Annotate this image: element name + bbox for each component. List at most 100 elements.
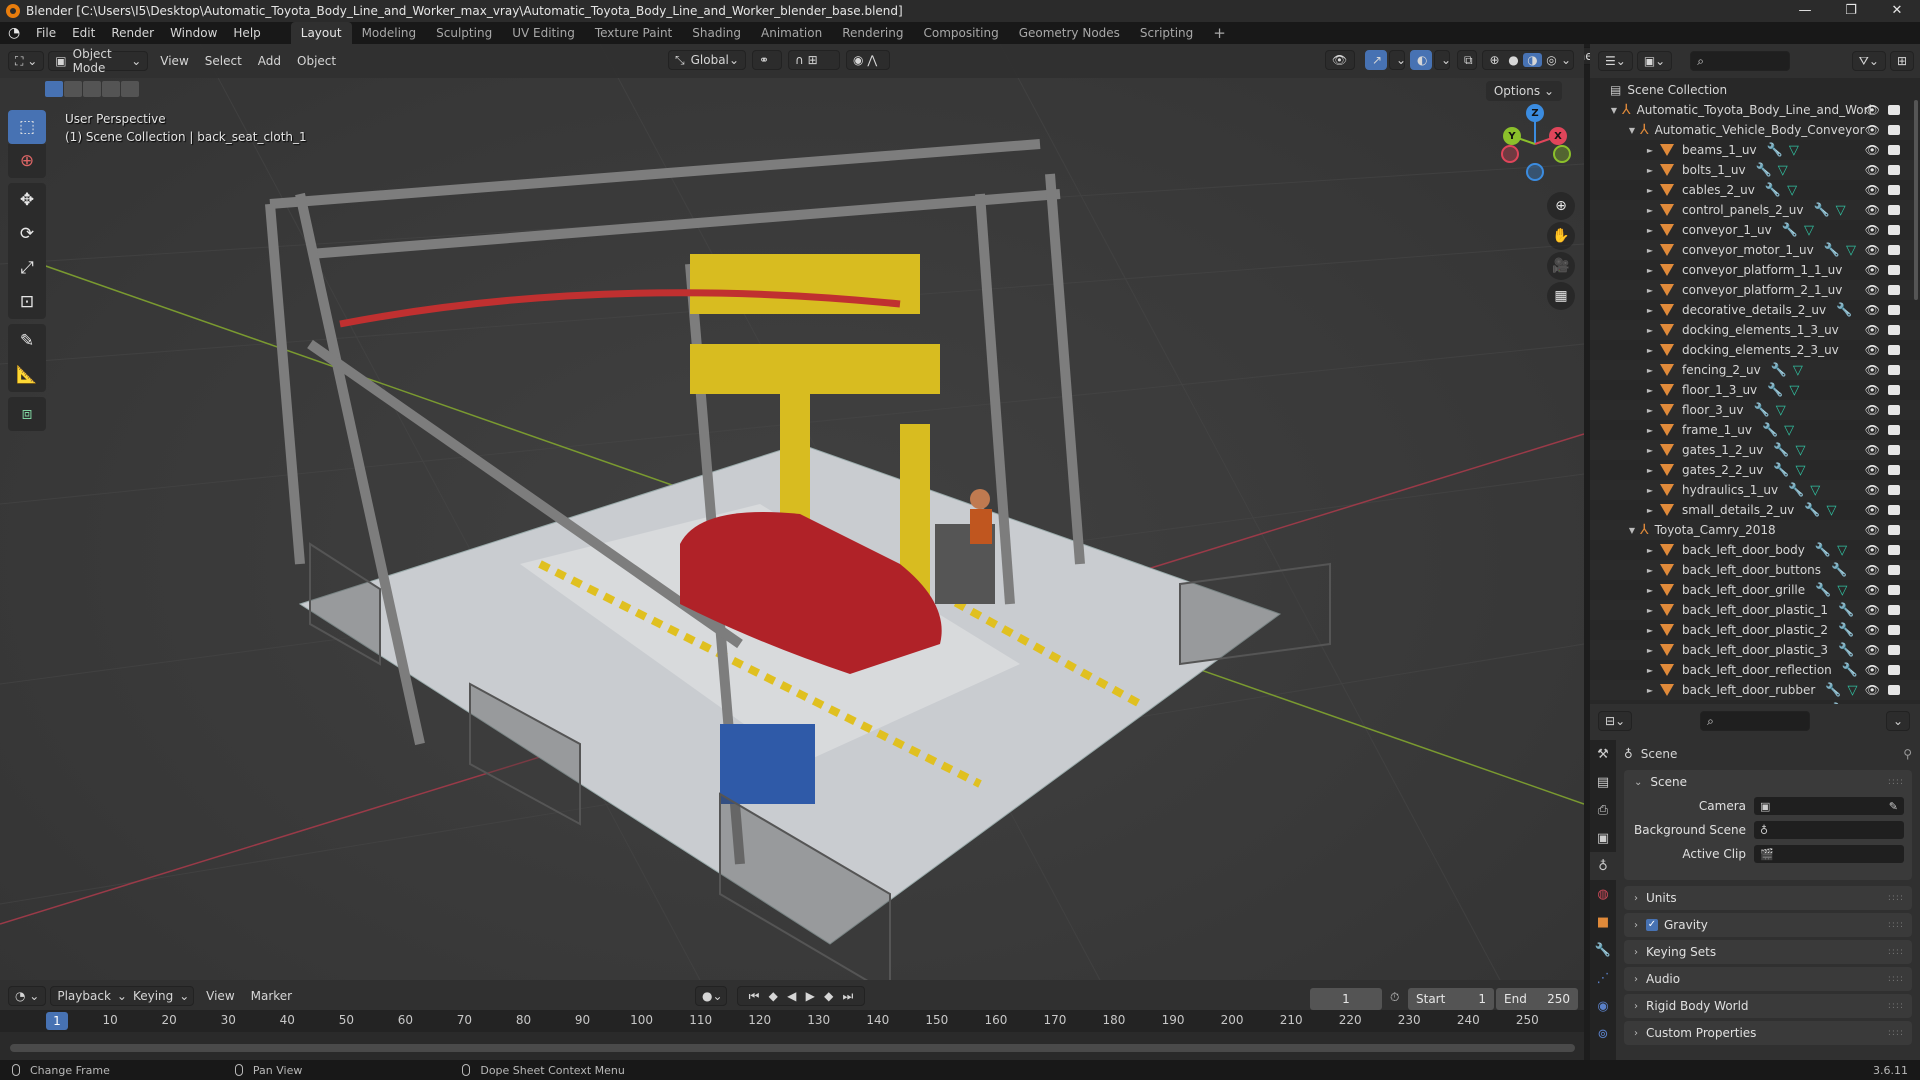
render-camera-icon[interactable] [1888, 605, 1900, 615]
tab-animation[interactable]: Animation [751, 22, 832, 44]
outliner-object-row[interactable]: ► floor_1_3_uv 🔧 ▽ 👁 [1590, 380, 1920, 400]
prev-keyframe-icon[interactable]: ◆ [769, 989, 778, 1003]
render-camera-icon[interactable] [1888, 125, 1900, 135]
visibility-eye-icon[interactable]: 👁 [1865, 243, 1880, 257]
menu-view[interactable]: View [152, 54, 196, 68]
modifier-icon[interactable]: 🔧 [1838, 623, 1854, 638]
collapse-arrow-icon[interactable]: ► [1644, 586, 1656, 595]
render-camera-icon[interactable] [1888, 265, 1900, 275]
scene-collection-row[interactable]: ▤ Scene Collection [1590, 80, 1920, 100]
jump-end-icon[interactable]: ⏭ [843, 989, 854, 1004]
modifier-icon[interactable]: 🔧 [1824, 243, 1840, 258]
visibility-eye-icon[interactable]: 👁 [1865, 143, 1880, 157]
modifier-icon[interactable]: 🔧 [1788, 483, 1804, 498]
render-camera-icon[interactable] [1888, 685, 1900, 695]
cursor-tool[interactable]: ⊕ [8, 144, 46, 178]
outliner-object-row[interactable]: ► docking_elements_1_3_uv 👁 [1590, 320, 1920, 340]
select-new-icon[interactable] [45, 81, 63, 97]
drag-handle-icon[interactable]: :::: [1888, 1001, 1904, 1011]
eyedropper-icon[interactable]: ✎ [1889, 800, 1898, 813]
modifier-icon[interactable]: 🔧 [1767, 143, 1783, 158]
scene-panel-header[interactable]: ⌄ Scene:::: [1624, 770, 1912, 794]
mesh-data-icon[interactable]: ▽ [1789, 143, 1799, 158]
visibility-eye-icon[interactable]: 👁 [1865, 563, 1880, 577]
end-frame-field[interactable]: End 250 [1496, 988, 1578, 1010]
tab-scene[interactable]: ♁ [1590, 852, 1616, 880]
outliner-object-row[interactable]: ► floor_3_uv 🔧 ▽ 👁 [1590, 400, 1920, 420]
outliner-object-row[interactable]: ► conveyor_motor_1_uv 🔧 ▽ 👁 [1590, 240, 1920, 260]
render-camera-icon[interactable] [1888, 465, 1900, 475]
render-camera-icon[interactable] [1888, 445, 1900, 455]
drag-handle-icon[interactable]: :::: [1888, 920, 1904, 930]
menu-file[interactable]: File [28, 22, 64, 44]
tab-modifiers[interactable]: 🔧 [1590, 936, 1616, 964]
move-tool[interactable]: ✥ [8, 183, 46, 217]
modifier-icon[interactable]: 🔧 [1782, 223, 1798, 238]
menu-add[interactable]: Add [250, 54, 289, 68]
stopwatch-icon[interactable]: ⏱ [1390, 990, 1399, 1005]
outliner-object-row[interactable]: ► back_left_door_plastic_1 🔧 👁 [1590, 600, 1920, 620]
collapse-arrow-icon[interactable]: ► [1644, 286, 1656, 295]
collapse-arrow-icon[interactable]: ► [1644, 426, 1656, 435]
menu-keying[interactable]: Keying [127, 989, 179, 1003]
render-camera-icon[interactable] [1888, 325, 1900, 335]
overlays-toggle[interactable]: ◐ [1410, 50, 1432, 70]
drag-handle-icon[interactable]: :::: [1888, 947, 1904, 957]
visibility-eye-icon[interactable]: 👁 [1865, 503, 1880, 517]
gizmo-neg-y[interactable] [1553, 145, 1571, 163]
properties-options-dropdown[interactable]: ⌄ [1885, 711, 1910, 731]
tab-rendering[interactable]: Rendering [832, 22, 913, 44]
drag-handle-icon[interactable]: :::: [1888, 1028, 1904, 1038]
navigation-gizmo[interactable]: Z Y X [1500, 100, 1580, 181]
tab-compositing[interactable]: Compositing [913, 22, 1008, 44]
modifier-icon[interactable]: 🔧 [1773, 463, 1789, 478]
visibility-eye-icon[interactable]: 👁 [1865, 203, 1880, 217]
select-subtract-icon[interactable] [83, 81, 101, 97]
render-camera-icon[interactable] [1888, 545, 1900, 555]
visibility-eye-icon[interactable]: 👁 [1865, 523, 1880, 537]
mesh-data-icon[interactable]: ▽ [1837, 543, 1847, 558]
outliner-object-row[interactable]: ► small_details_2_uv 🔧 ▽ 👁 [1590, 500, 1920, 520]
panel-units[interactable]: › Units:::: [1624, 886, 1912, 910]
perspective-toggle-button[interactable]: ▦ [1547, 282, 1575, 310]
expand-arrow-icon[interactable]: ▼ [1608, 106, 1620, 115]
outliner-object-row[interactable]: ► conveyor_platform_2_1_uv 👁 [1590, 280, 1920, 300]
outliner-object-row[interactable]: ► back_left_door_plastic_3 🔧 👁 [1590, 640, 1920, 660]
current-frame-field[interactable]: 1 [1310, 988, 1382, 1010]
collapse-arrow-icon[interactable]: ► [1644, 506, 1656, 515]
visibility-eye-icon[interactable]: 👁 [1865, 263, 1880, 277]
modifier-icon[interactable]: 🔧 [1842, 663, 1858, 678]
mesh-data-icon[interactable]: ▽ [1837, 583, 1847, 598]
pan-view-button[interactable]: ✋ [1547, 222, 1575, 250]
render-camera-icon[interactable] [1888, 645, 1900, 655]
menu-window[interactable]: Window [162, 22, 225, 44]
select-invert-icon[interactable] [102, 81, 120, 97]
render-camera-icon[interactable] [1888, 345, 1900, 355]
rotate-tool[interactable]: ⟳ [8, 217, 46, 251]
modifier-icon[interactable]: 🔧 [1838, 643, 1854, 658]
outliner-object-row[interactable]: ► frame_1_uv 🔧 ▽ 👁 [1590, 420, 1920, 440]
options-dropdown[interactable]: Options ⌄ [1485, 81, 1562, 101]
visibility-eye-icon[interactable]: 👁 [1865, 663, 1880, 677]
visibility-eye-icon[interactable]: 👁 [1865, 643, 1880, 657]
collapse-arrow-icon[interactable]: ► [1644, 186, 1656, 195]
collapse-arrow-icon[interactable]: ► [1644, 326, 1656, 335]
collapse-arrow-icon[interactable]: ► [1644, 406, 1656, 415]
panel-header[interactable]: › Rigid Body World:::: [1624, 994, 1912, 1018]
camera-view-button[interactable]: 🎥 [1547, 252, 1575, 280]
outliner-collection-row[interactable]: ▼ ⅄ Toyota_Camry_2018 👁 [1590, 520, 1920, 540]
render-camera-icon[interactable] [1888, 505, 1900, 515]
panel-header[interactable]: › Audio:::: [1624, 967, 1912, 991]
tab-layout[interactable]: Layout [290, 22, 352, 44]
background-scene-field[interactable]: ♁ [1754, 821, 1904, 839]
tab-output[interactable]: ⎙ [1590, 796, 1616, 824]
collapse-arrow-icon[interactable]: ► [1644, 466, 1656, 475]
outliner-editor-type[interactable]: ☰ ⌄ [1598, 51, 1633, 71]
collapse-arrow-icon[interactable]: ► [1644, 166, 1656, 175]
outliner-object-row[interactable]: ► beams_1_uv 🔧 ▽ 👁 [1590, 140, 1920, 160]
mesh-data-icon[interactable]: ▽ [1804, 223, 1814, 238]
mesh-data-icon[interactable]: ▽ [1793, 363, 1803, 378]
visibility-eye-icon[interactable]: 👁 [1865, 623, 1880, 637]
tab-modeling[interactable]: Modeling [352, 22, 427, 44]
xray-toggle[interactable]: ⧉ [1457, 50, 1477, 70]
